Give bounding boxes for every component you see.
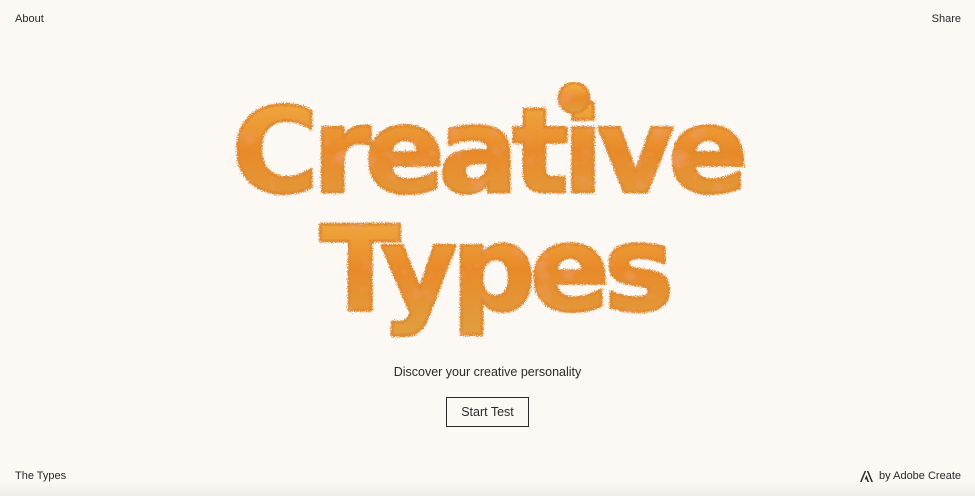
- adobe-icon: [860, 470, 874, 482]
- page: About Share Creative Types Discover your…: [0, 0, 975, 496]
- tagline: Discover your creative personality: [393, 365, 582, 379]
- bottom-fade: [0, 482, 975, 496]
- the-types-link[interactable]: The Types: [15, 470, 66, 482]
- hero-title-graphic: Creative Types: [230, 82, 751, 340]
- share-link[interactable]: Share: [932, 13, 961, 25]
- start-test-button[interactable]: Start Test: [446, 397, 529, 427]
- tittle-ball: [557, 82, 591, 115]
- hero-title: Creative Types: [0, 82, 975, 342]
- credit-label: by Adobe Create: [879, 470, 961, 482]
- adobe-create-credit[interactable]: by Adobe Create: [860, 470, 961, 482]
- about-link[interactable]: About: [15, 13, 44, 25]
- hero-line-types: Types: [320, 200, 669, 338]
